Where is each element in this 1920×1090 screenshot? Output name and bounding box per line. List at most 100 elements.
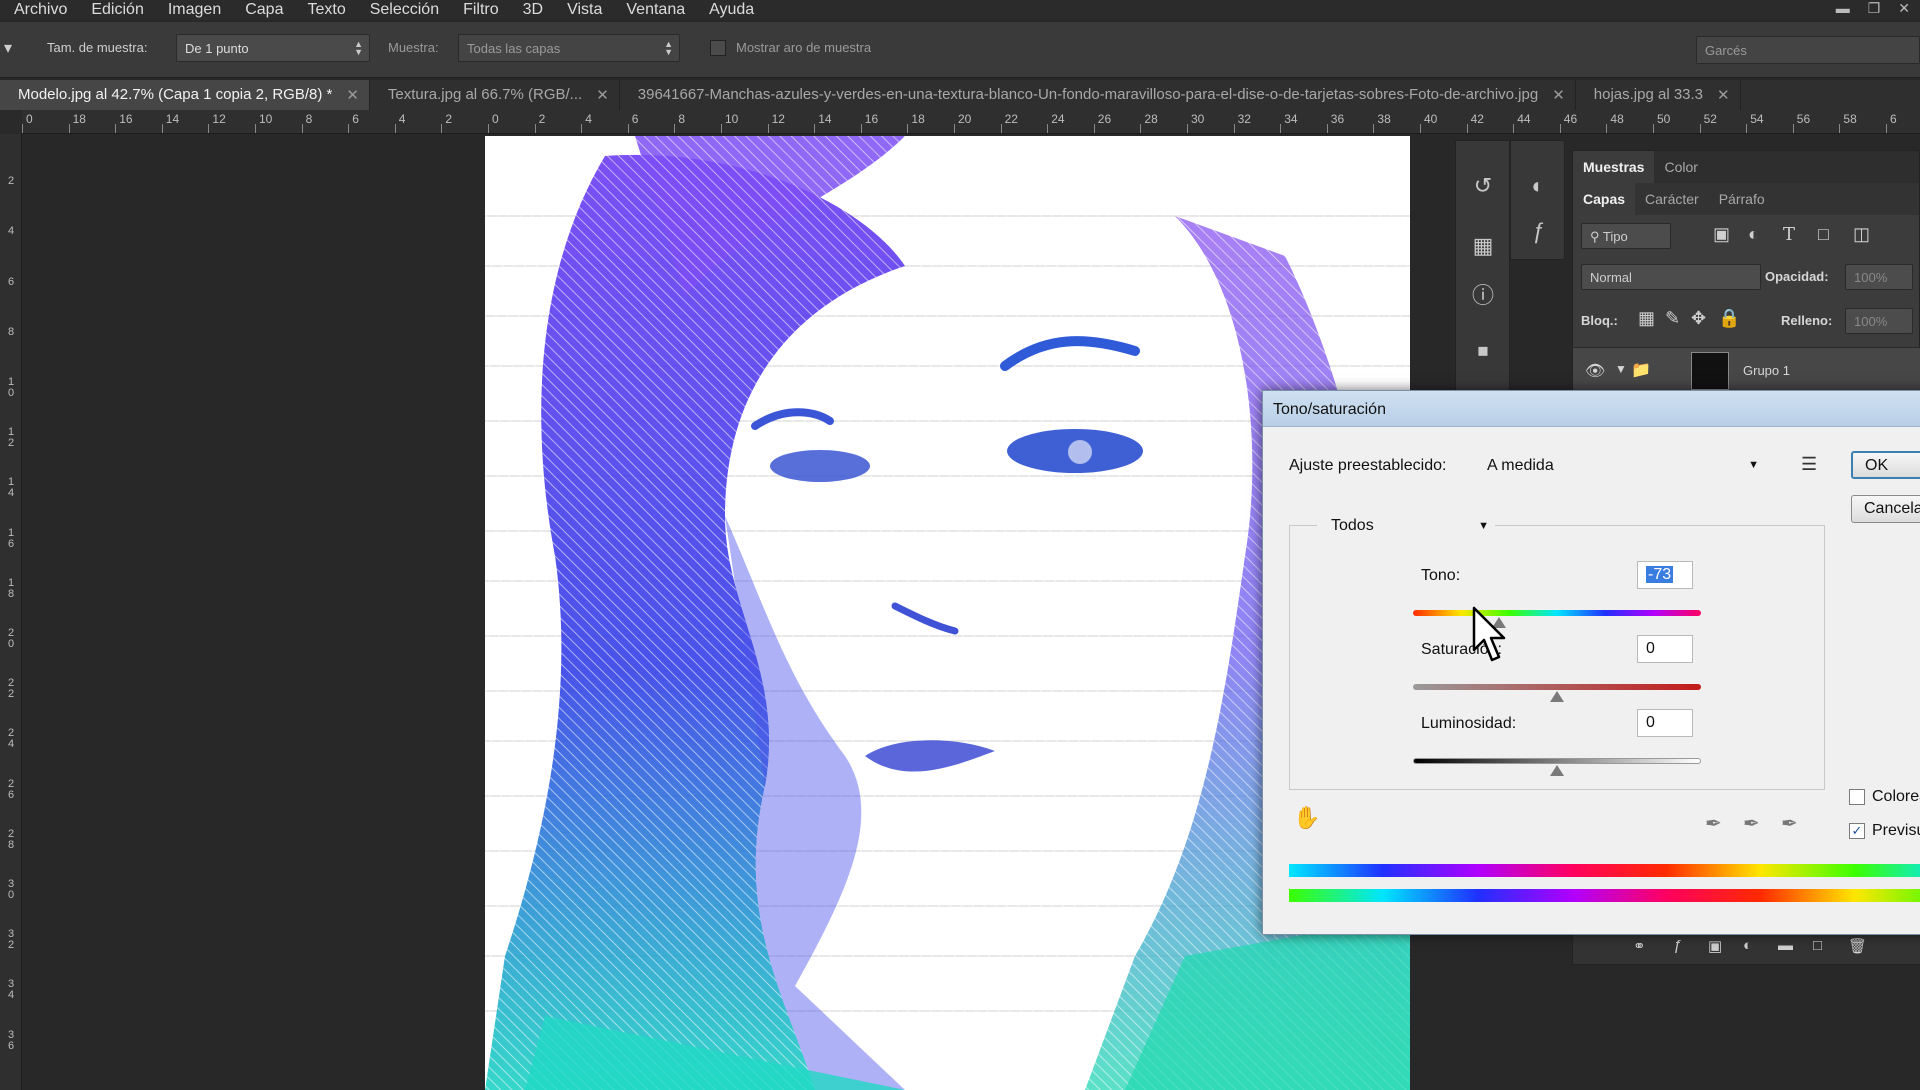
restore-icon[interactable]: ❐ [1868, 0, 1881, 17]
tab-manchas[interactable]: 39641667-Manchas-azules-y-verdes-en-una-… [620, 80, 1576, 110]
adjustments-icon[interactable]: ◐ [1523, 171, 1553, 201]
mouse-cursor-icon [1472, 606, 1506, 662]
adjustment-filter-icon[interactable]: ◐ [1748, 224, 1759, 245]
ok-button[interactable]: OK [1851, 451, 1920, 479]
hue-input[interactable]: -73 [1637, 561, 1693, 589]
colorize-checkbox[interactable] [1849, 789, 1865, 805]
close-icon[interactable]: ✕ [1552, 86, 1565, 110]
saturation-input[interactable]: 0 [1637, 635, 1693, 663]
lock-pixels-icon[interactable]: ✎ [1665, 308, 1680, 329]
tab-muestras[interactable]: Muestras [1573, 151, 1655, 183]
chevron-down-icon: ▼ [1478, 520, 1489, 532]
fill-field[interactable]: 100% [1845, 308, 1913, 334]
ruler-tick-label: 36 [1330, 112, 1345, 126]
preview-checkbox[interactable]: ✓ [1849, 823, 1865, 839]
opacity-field[interactable]: 100% [1845, 264, 1913, 290]
hue-slider-track[interactable] [1413, 610, 1701, 616]
lightness-slider-thumb[interactable] [1550, 765, 1564, 776]
menu-ayuda[interactable]: Ayuda [709, 2, 754, 18]
eyedropper-icon[interactable]: ✒ [1705, 811, 1722, 836]
canvas-area[interactable] [23, 135, 1455, 1090]
ruler-tick [814, 124, 816, 133]
search-icon: ⚲ [1590, 229, 1600, 244]
layer-filter-select[interactable]: ⚲ Tipo [1581, 223, 1671, 249]
ruler-tick-label: 16 [119, 112, 133, 126]
ruler-tick [68, 124, 70, 133]
menu-seleccion[interactable]: Selección [370, 2, 439, 18]
ruler-tick-label: 54 [1750, 112, 1764, 126]
close-icon[interactable]: ✕ [1898, 0, 1910, 17]
trash-icon[interactable]: 🗑 [1848, 937, 1867, 955]
mask-icon[interactable]: ▣ [1708, 937, 1722, 955]
menu-edicion[interactable]: Edición [91, 2, 143, 18]
saturation-slider-thumb[interactable] [1550, 691, 1564, 702]
adjustment-layer-icon[interactable]: ◐ [1743, 937, 1752, 954]
eyedropper-plus-icon[interactable]: ✒ [1743, 811, 1760, 836]
layer-style-icon[interactable]: ƒ [1673, 937, 1681, 954]
menu-imagen[interactable]: Imagen [168, 2, 221, 18]
channel-select[interactable]: Todos ▼ [1317, 511, 1495, 541]
preset-select[interactable]: A medida ▼ [1481, 449, 1761, 481]
menu-3d[interactable]: 3D [523, 2, 543, 18]
styles-icon[interactable]: ƒ [1523, 216, 1553, 246]
smart-object-filter-icon[interactable]: ◫ [1853, 224, 1870, 245]
ruler-tick [161, 124, 163, 133]
menu-vista[interactable]: Vista [567, 2, 602, 18]
show-ring-checkbox[interactable] [710, 40, 726, 56]
close-icon[interactable]: ✕ [346, 86, 359, 110]
shape-filter-icon[interactable]: □ [1818, 224, 1829, 245]
eyedropper-minus-icon[interactable]: ✒ [1781, 811, 1798, 836]
ruler-tick [860, 124, 862, 133]
expand-triangle-icon[interactable]: ▼ [1615, 362, 1627, 376]
ruler-tick [1140, 124, 1142, 133]
tab-label: Textura.jpg al 66.7% (RGB/... [387, 86, 583, 103]
menu-archivo[interactable]: Archivo [14, 2, 67, 18]
menu-filtro[interactable]: Filtro [463, 2, 499, 18]
lock-transparency-icon[interactable]: ▦ [1638, 308, 1655, 329]
targeted-adjustment-hand-icon[interactable]: ✋ [1293, 805, 1320, 831]
tab-capas[interactable]: Capas [1573, 183, 1636, 215]
menu-ventana[interactable]: Ventana [626, 2, 685, 18]
minimize-icon[interactable]: ▬ [1836, 0, 1850, 17]
new-group-icon[interactable]: ▬ [1778, 937, 1793, 954]
tab-textura[interactable]: Textura.jpg al 66.7% (RGB/... ✕ [370, 80, 620, 110]
tab-caracter[interactable]: Carácter [1635, 183, 1709, 215]
info-icon[interactable]: ⓘ [1468, 281, 1498, 311]
ruler-tick-label: 38 [1377, 112, 1391, 126]
close-icon[interactable]: ✕ [1717, 86, 1730, 110]
link-layers-icon[interactable]: ⚭ [1633, 937, 1646, 955]
lightness-input[interactable]: 0 [1637, 709, 1693, 737]
tab-modelo[interactable]: Modelo.jpg al 42.7% (Capa 1 copia 2, RGB… [0, 80, 370, 110]
sample-select[interactable]: Todas las capas ▲ ▼ [458, 34, 680, 62]
menu-texto[interactable]: Texto [307, 2, 345, 18]
lock-all-icon[interactable]: 🔒 [1718, 308, 1740, 329]
saturation-slider-track[interactable] [1413, 684, 1701, 690]
image-filter-icon[interactable]: ▣ [1713, 224, 1730, 245]
sample-size-select[interactable]: De 1 punto ▲ ▼ [176, 34, 370, 62]
ruler-tick [394, 124, 396, 133]
updown-icon: ▲ ▼ [664, 39, 673, 57]
blend-mode-select[interactable]: Normal [1581, 264, 1761, 290]
lightness-slider-track[interactable] [1413, 758, 1701, 764]
preset-options-icon[interactable]: ☰ [1801, 454, 1817, 475]
workspace-select[interactable]: Garcés [1696, 36, 1920, 64]
history-icon[interactable]: ↺ [1468, 171, 1498, 201]
lock-position-icon[interactable]: ✥ [1691, 308, 1706, 329]
clone-source-icon[interactable]: ⏹ [1468, 336, 1498, 366]
close-icon[interactable]: ✕ [596, 86, 609, 110]
type-filter-icon[interactable]: T [1783, 224, 1795, 245]
new-layer-icon[interactable]: □ [1813, 937, 1822, 954]
tab-color[interactable]: Color [1654, 151, 1707, 183]
ruler-tick [1233, 124, 1235, 133]
visibility-eye-icon[interactable]: 👁 [1585, 361, 1605, 381]
properties-icon[interactable]: ▦ [1468, 231, 1498, 261]
tab-hojas[interactable]: hojas.jpg al 33.3 ✕ [1576, 80, 1741, 110]
ruler-tick [1606, 124, 1608, 133]
ruler-tick-label: 2 2 [7, 677, 15, 701]
layer-row-grupo1[interactable]: 👁 ▼ 📁 Grupo 1 [1573, 347, 1920, 393]
tab-parrafo[interactable]: Párrafo [1709, 183, 1775, 215]
cancel-button[interactable]: Cancelar [1851, 495, 1920, 523]
dialog-title[interactable]: Tono/saturación [1263, 391, 1920, 427]
menu-capa[interactable]: Capa [245, 2, 283, 18]
tool-preset-icon[interactable]: ▾ [4, 38, 12, 58]
